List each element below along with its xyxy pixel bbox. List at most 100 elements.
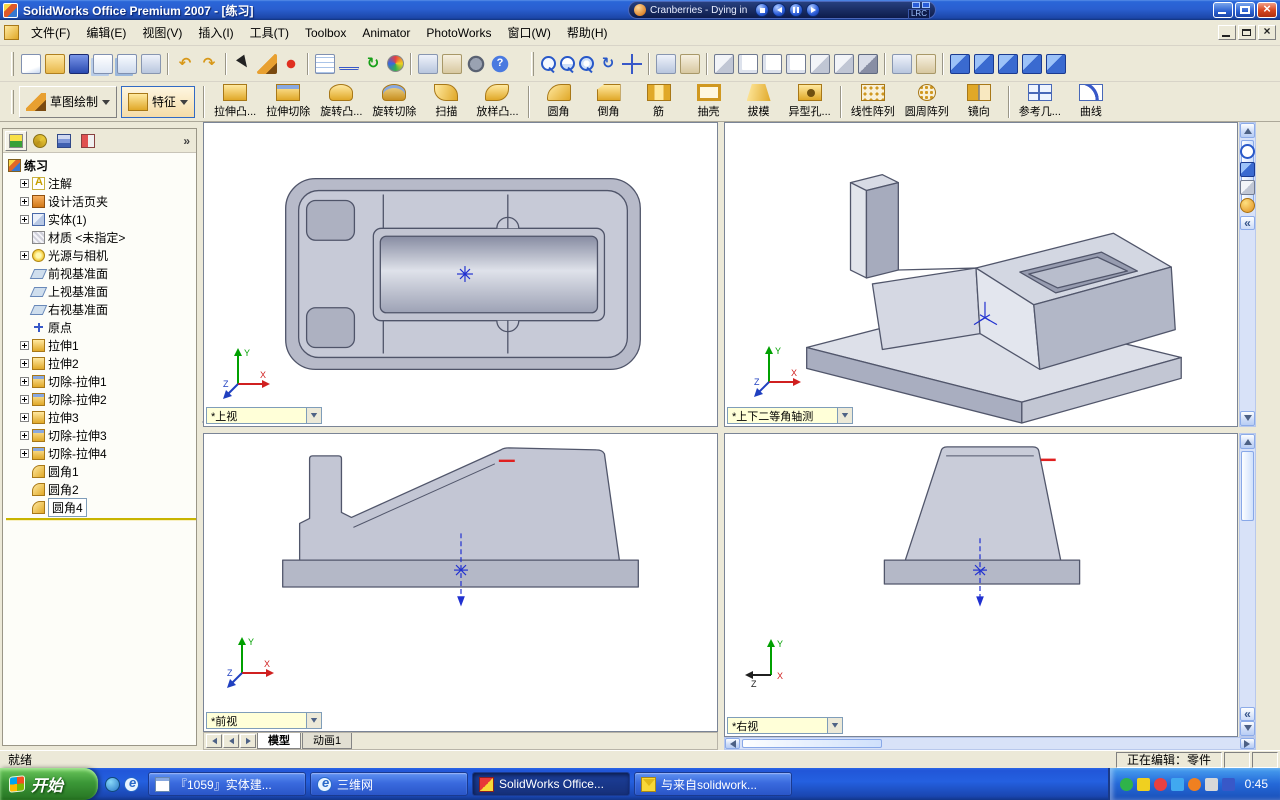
featuremanager-tab[interactable] — [5, 130, 27, 151]
expand-icon[interactable] — [20, 358, 29, 368]
scroll-left-icon[interactable] — [725, 738, 740, 749]
tree-item-front-plane[interactable]: 前视基准面 — [6, 264, 196, 282]
shaded-icon[interactable] — [834, 53, 854, 74]
tree-item-cut-extrude3[interactable]: 切除-拉伸3 — [6, 426, 196, 444]
features-button[interactable]: 特征 — [121, 85, 196, 118]
sketch-icon[interactable] — [257, 53, 277, 74]
propertymanager-tab[interactable] — [29, 131, 51, 151]
new-icon[interactable] — [21, 53, 41, 74]
realview-icon[interactable] — [916, 53, 936, 74]
rebuild-icon[interactable]: ↻ — [363, 54, 383, 74]
rollback-bar[interactable] — [6, 518, 196, 521]
quick-launch-ie-icon[interactable] — [124, 775, 139, 792]
tree-item-top-plane[interactable]: 上视基准面 — [6, 282, 196, 300]
sketch-button[interactable]: 草图绘制 — [19, 85, 118, 118]
expand-icon[interactable] — [20, 214, 29, 224]
tree-item-cut-extrude1[interactable]: 切除-拉伸1 — [6, 372, 196, 390]
expand-icon[interactable] — [20, 394, 29, 404]
help-icon[interactable] — [490, 53, 510, 74]
tree-item-lights-and-cameras[interactable]: 光源与相机 — [6, 246, 196, 264]
tray-icon-6[interactable] — [1204, 777, 1218, 791]
window-close-button[interactable] — [1257, 1, 1277, 18]
open-icon[interactable] — [45, 53, 65, 74]
zoom-to-fit-icon[interactable] — [1240, 144, 1255, 159]
curves-button[interactable]: 曲线 — [1066, 83, 1116, 121]
viewport-isometric-view[interactable]: Y X Z *上下二等角轴测 — [724, 122, 1238, 427]
menu-animator[interactable]: Animator — [354, 22, 418, 44]
rib-button[interactable]: 筋 — [634, 83, 684, 121]
menu-photoworks[interactable]: PhotoWorks — [418, 22, 499, 44]
window-minimize-button[interactable] — [1213, 2, 1233, 18]
menu-insert[interactable]: 插入(I) — [190, 20, 241, 45]
task-solidworks-button[interactable]: SolidWorks Office... — [472, 772, 630, 796]
menu-edit[interactable]: 编辑(E) — [78, 20, 134, 45]
rotate-view-icon[interactable]: ↻ — [598, 54, 618, 74]
make-drawing-icon[interactable] — [93, 53, 113, 74]
task-solidworks-mail-button[interactable]: 与来自solidwork... — [634, 772, 792, 796]
section-view-icon[interactable] — [892, 53, 912, 74]
front-view-icon[interactable] — [974, 53, 994, 74]
viewport-front-view[interactable]: Y X Z *前视 — [203, 433, 718, 732]
window-maximize-button[interactable] — [1235, 2, 1255, 18]
shadows-in-shaded-mode-icon[interactable] — [858, 53, 878, 74]
grid-icon[interactable] — [315, 53, 335, 74]
scrollbar-thumb[interactable] — [1241, 451, 1254, 521]
undo-icon[interactable]: ↶ — [175, 54, 195, 74]
toolbar-grip[interactable] — [11, 51, 14, 76]
hidden-lines-removed-icon[interactable] — [786, 53, 806, 74]
quick-launch-media-icon[interactable] — [105, 776, 120, 792]
tray-icon-2[interactable] — [1136, 777, 1150, 791]
view-orientation-icon[interactable] — [950, 53, 970, 74]
tree-item-annotations[interactable]: 注解 — [6, 174, 196, 192]
shell-button[interactable]: 抽壳 — [684, 83, 734, 121]
menu-window[interactable]: 窗口(W) — [500, 20, 559, 45]
tray-icon-1[interactable] — [1119, 777, 1133, 791]
extruded-boss-button[interactable]: 拉伸凸... — [209, 83, 261, 121]
combo-dropdown-icon[interactable] — [306, 713, 321, 728]
tab-model[interactable]: 模型 — [257, 733, 301, 749]
dimxpert-tab[interactable] — [77, 131, 99, 151]
tree-item-extrude1[interactable]: 拉伸1 — [6, 336, 196, 354]
tree-item-extrude3[interactable]: 拉伸3 — [6, 408, 196, 426]
toolbar-grip[interactable] — [531, 51, 534, 76]
dimension-icon[interactable] — [339, 58, 359, 70]
redo-icon[interactable]: ↷ — [199, 54, 219, 74]
display-mode-icon[interactable] — [1240, 180, 1255, 195]
collapse-chevron-icon[interactable] — [1240, 707, 1255, 721]
draft-button[interactable]: 拔模 — [734, 83, 784, 121]
tree-item-fillet1[interactable]: 圆角1 — [6, 462, 196, 480]
pan-icon[interactable] — [622, 53, 642, 74]
combo-dropdown-icon[interactable] — [827, 718, 842, 733]
view-orientation-combo-top[interactable]: *上视 — [206, 407, 322, 424]
expand-icon[interactable] — [20, 250, 29, 260]
taskbar-clock[interactable]: 0:45 — [1245, 777, 1268, 791]
prev-tab-button[interactable] — [223, 734, 239, 748]
view-orientation-icon[interactable] — [1240, 162, 1255, 177]
revolved-cut-button[interactable]: 旋转切除 — [367, 83, 421, 121]
expand-icon[interactable] — [20, 448, 29, 458]
right-viewport-vscrollbar[interactable] — [1239, 433, 1256, 737]
appearance-icon[interactable] — [1240, 198, 1255, 213]
right-viewport-hscrollbar[interactable] — [724, 737, 1256, 750]
extruded-cut-button[interactable]: 拉伸切除 — [261, 83, 315, 121]
first-tab-button[interactable] — [206, 734, 222, 748]
previous-view-icon[interactable] — [656, 53, 676, 74]
task-3d-web-button[interactable]: 三维网 — [310, 772, 468, 796]
tree-item-fillet4[interactable]: 圆角4 — [6, 497, 196, 517]
top-view-icon[interactable] — [998, 53, 1018, 74]
player-minimize-button[interactable] — [912, 1, 920, 8]
zoom-area-icon[interactable] — [560, 56, 575, 71]
left-view-icon[interactable] — [1022, 53, 1042, 74]
save-icon[interactable] — [69, 53, 89, 74]
make-assembly-icon[interactable] — [117, 53, 137, 74]
point-icon[interactable] — [281, 53, 301, 74]
player-pause-button[interactable] — [789, 3, 804, 17]
view-orientation-combo-isometric[interactable]: *上下二等角轴测 — [727, 407, 853, 424]
task-1059-solid-button[interactable]: 『1059』实体建... — [148, 772, 306, 796]
zoom-in-out-icon[interactable] — [579, 56, 594, 71]
menu-toolbox[interactable]: Toolbox — [297, 22, 354, 44]
menu-view[interactable]: 视图(V) — [134, 20, 190, 45]
viewport-top-view[interactable]: Y X Z *上视 — [203, 122, 718, 427]
edit-color-icon[interactable] — [387, 55, 404, 72]
combo-dropdown-icon[interactable] — [306, 408, 321, 423]
